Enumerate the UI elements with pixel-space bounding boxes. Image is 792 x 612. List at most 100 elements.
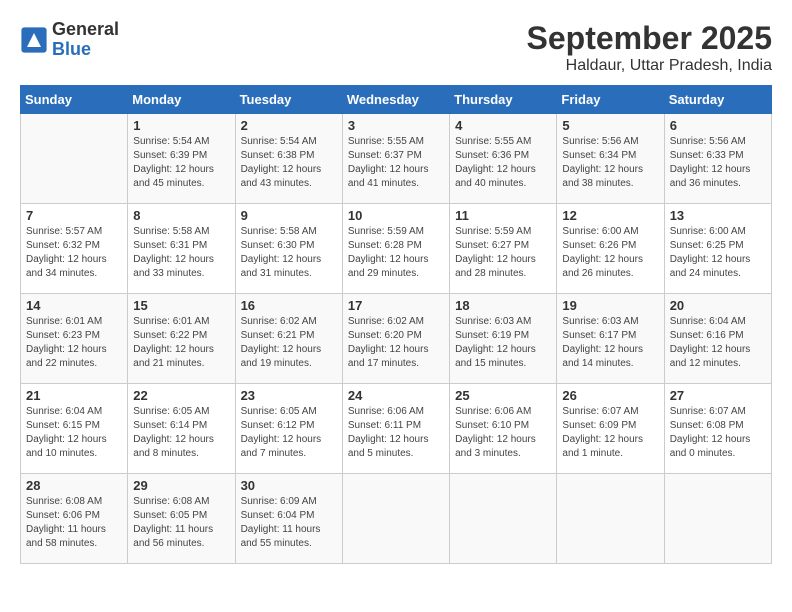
day-number: 24	[348, 388, 444, 403]
logo-icon	[20, 26, 48, 54]
day-number: 25	[455, 388, 551, 403]
calendar-cell: 2 Sunrise: 5:54 AMSunset: 6:38 PMDaylight…	[235, 114, 342, 204]
day-number: 29	[133, 478, 229, 493]
day-info: Sunrise: 6:06 AMSunset: 6:11 PMDaylight:…	[348, 405, 444, 461]
day-info: Sunrise: 5:59 AMSunset: 6:27 PMDaylight:…	[455, 225, 551, 281]
day-info: Sunrise: 6:07 AMSunset: 6:08 PMDaylight:…	[670, 405, 766, 461]
calendar-cell	[21, 114, 128, 204]
day-info: Sunrise: 6:00 AMSunset: 6:25 PMDaylight:…	[670, 225, 766, 281]
day-number: 21	[26, 388, 122, 403]
calendar-cell: 30 Sunrise: 6:09 AMSunset: 6:04 PMDayligh…	[235, 474, 342, 564]
day-info: Sunrise: 5:54 AMSunset: 6:38 PMDaylight:…	[241, 135, 337, 191]
day-number: 10	[348, 208, 444, 223]
day-number: 1	[133, 118, 229, 133]
title-area: September 2025 Haldaur, Uttar Pradesh, I…	[527, 20, 772, 75]
day-info: Sunrise: 6:03 AMSunset: 6:19 PMDaylight:…	[455, 315, 551, 371]
day-info: Sunrise: 6:01 AMSunset: 6:22 PMDaylight:…	[133, 315, 229, 371]
day-info: Sunrise: 6:05 AMSunset: 6:12 PMDaylight:…	[241, 405, 337, 461]
logo: General Blue	[20, 20, 119, 60]
day-number: 12	[562, 208, 658, 223]
day-info: Sunrise: 6:08 AMSunset: 6:05 PMDaylight:…	[133, 495, 229, 551]
calendar-cell: 13 Sunrise: 6:00 AMSunset: 6:25 PMDayligh…	[664, 204, 771, 294]
calendar-cell: 20 Sunrise: 6:04 AMSunset: 6:16 PMDayligh…	[664, 294, 771, 384]
day-info: Sunrise: 6:02 AMSunset: 6:20 PMDaylight:…	[348, 315, 444, 371]
day-info: Sunrise: 5:59 AMSunset: 6:28 PMDaylight:…	[348, 225, 444, 281]
week-row-5: 28 Sunrise: 6:08 AMSunset: 6:06 PMDayligh…	[21, 474, 772, 564]
calendar-cell: 18 Sunrise: 6:03 AMSunset: 6:19 PMDayligh…	[450, 294, 557, 384]
calendar-cell: 7 Sunrise: 5:57 AMSunset: 6:32 PMDaylight…	[21, 204, 128, 294]
calendar-cell: 22 Sunrise: 6:05 AMSunset: 6:14 PMDayligh…	[128, 384, 235, 474]
day-info: Sunrise: 5:57 AMSunset: 6:32 PMDaylight:…	[26, 225, 122, 281]
page-subtitle: Haldaur, Uttar Pradesh, India	[527, 57, 772, 75]
day-number: 22	[133, 388, 229, 403]
calendar-cell	[557, 474, 664, 564]
day-number: 3	[348, 118, 444, 133]
day-number: 5	[562, 118, 658, 133]
day-number: 9	[241, 208, 337, 223]
calendar-cell	[342, 474, 449, 564]
day-info: Sunrise: 5:55 AMSunset: 6:37 PMDaylight:…	[348, 135, 444, 191]
weekday-header-row: SundayMondayTuesdayWednesdayThursdayFrid…	[21, 86, 772, 114]
day-number: 18	[455, 298, 551, 313]
day-number: 2	[241, 118, 337, 133]
weekday-header-saturday: Saturday	[664, 86, 771, 114]
weekday-header-sunday: Sunday	[21, 86, 128, 114]
calendar-cell: 23 Sunrise: 6:05 AMSunset: 6:12 PMDayligh…	[235, 384, 342, 474]
calendar-cell: 16Sunrise: 6:02 AMSunset: 6:21 PMDayligh…	[235, 294, 342, 384]
day-info: Sunrise: 6:05 AMSunset: 6:14 PMDaylight:…	[133, 405, 229, 461]
calendar-cell: 4 Sunrise: 5:55 AMSunset: 6:36 PMDaylight…	[450, 114, 557, 204]
header: General Blue September 2025 Haldaur, Utt…	[20, 20, 772, 75]
day-number: 23	[241, 388, 337, 403]
day-info: Sunrise: 6:01 AMSunset: 6:23 PMDaylight:…	[26, 315, 122, 371]
calendar-cell: 6Sunrise: 5:56 AMSunset: 6:33 PMDaylight…	[664, 114, 771, 204]
weekday-header-monday: Monday	[128, 86, 235, 114]
day-info: Sunrise: 5:56 AMSunset: 6:34 PMDaylight:…	[562, 135, 658, 191]
calendar-cell	[450, 474, 557, 564]
day-number: 6	[670, 118, 766, 133]
calendar-cell: 1Sunrise: 5:54 AMSunset: 6:39 PMDaylight…	[128, 114, 235, 204]
calendar-cell: 27Sunrise: 6:07 AMSunset: 6:08 PMDayligh…	[664, 384, 771, 474]
day-number: 4	[455, 118, 551, 133]
day-info: Sunrise: 5:55 AMSunset: 6:36 PMDaylight:…	[455, 135, 551, 191]
weekday-header-thursday: Thursday	[450, 86, 557, 114]
day-info: Sunrise: 6:03 AMSunset: 6:17 PMDaylight:…	[562, 315, 658, 371]
page-title: September 2025	[527, 20, 772, 57]
day-info: Sunrise: 6:04 AMSunset: 6:16 PMDaylight:…	[670, 315, 766, 371]
calendar-cell: 10 Sunrise: 5:59 AMSunset: 6:28 PMDayligh…	[342, 204, 449, 294]
calendar-cell: 3 Sunrise: 5:55 AMSunset: 6:37 PMDaylight…	[342, 114, 449, 204]
day-info: Sunrise: 6:06 AMSunset: 6:10 PMDaylight:…	[455, 405, 551, 461]
week-row-2: 7 Sunrise: 5:57 AMSunset: 6:32 PMDaylight…	[21, 204, 772, 294]
day-number: 19	[562, 298, 658, 313]
day-info: Sunrise: 6:09 AMSunset: 6:04 PMDaylight:…	[241, 495, 337, 551]
day-info: Sunrise: 6:04 AMSunset: 6:15 PMDaylight:…	[26, 405, 122, 461]
calendar-cell: 17 Sunrise: 6:02 AMSunset: 6:20 PMDayligh…	[342, 294, 449, 384]
day-number: 20	[670, 298, 766, 313]
week-row-4: 21 Sunrise: 6:04 AMSunset: 6:15 PMDayligh…	[21, 384, 772, 474]
calendar-cell: 25 Sunrise: 6:06 AMSunset: 6:10 PMDayligh…	[450, 384, 557, 474]
calendar-cell: 28 Sunrise: 6:08 AMSunset: 6:06 PMDayligh…	[21, 474, 128, 564]
calendar-cell	[664, 474, 771, 564]
calendar-cell: 26Sunrise: 6:07 AMSunset: 6:09 PMDayligh…	[557, 384, 664, 474]
day-number: 28	[26, 478, 122, 493]
calendar-cell: 21 Sunrise: 6:04 AMSunset: 6:15 PMDayligh…	[21, 384, 128, 474]
calendar-cell: 5 Sunrise: 5:56 AMSunset: 6:34 PMDaylight…	[557, 114, 664, 204]
day-number: 17	[348, 298, 444, 313]
weekday-header-tuesday: Tuesday	[235, 86, 342, 114]
calendar-cell: 12 Sunrise: 6:00 AMSunset: 6:26 PMDayligh…	[557, 204, 664, 294]
day-info: Sunrise: 6:08 AMSunset: 6:06 PMDaylight:…	[26, 495, 122, 551]
day-number: 8	[133, 208, 229, 223]
week-row-3: 14 Sunrise: 6:01 AMSunset: 6:23 PMDayligh…	[21, 294, 772, 384]
day-number: 15	[133, 298, 229, 313]
calendar-cell: 11Sunrise: 5:59 AMSunset: 6:27 PMDayligh…	[450, 204, 557, 294]
day-number: 30	[241, 478, 337, 493]
day-info: Sunrise: 5:58 AMSunset: 6:30 PMDaylight:…	[241, 225, 337, 281]
day-number: 14	[26, 298, 122, 313]
day-info: Sunrise: 5:58 AMSunset: 6:31 PMDaylight:…	[133, 225, 229, 281]
calendar-cell: 14 Sunrise: 6:01 AMSunset: 6:23 PMDayligh…	[21, 294, 128, 384]
day-info: Sunrise: 6:00 AMSunset: 6:26 PMDaylight:…	[562, 225, 658, 281]
day-number: 7	[26, 208, 122, 223]
calendar-cell: 19 Sunrise: 6:03 AMSunset: 6:17 PMDayligh…	[557, 294, 664, 384]
calendar-cell: 24 Sunrise: 6:06 AMSunset: 6:11 PMDayligh…	[342, 384, 449, 474]
calendar-cell: 15 Sunrise: 6:01 AMSunset: 6:22 PMDayligh…	[128, 294, 235, 384]
day-number: 13	[670, 208, 766, 223]
